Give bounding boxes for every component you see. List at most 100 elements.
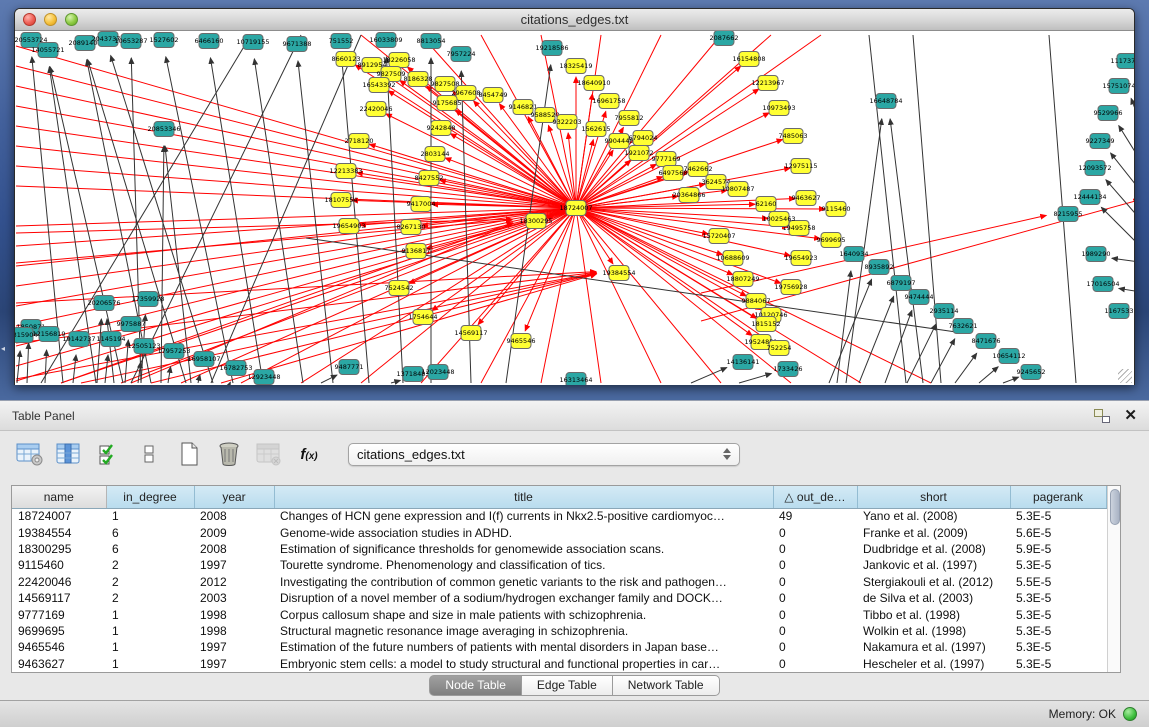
- network-window-titlebar[interactable]: citations_edges.txt: [15, 9, 1134, 31]
- table-cell[interactable]: 5.3E-5: [1010, 606, 1106, 622]
- table-cell[interactable]: 0: [773, 524, 857, 540]
- table-cell[interactable]: 0: [773, 590, 857, 606]
- graph-node[interactable]: 12093572: [1078, 161, 1111, 176]
- graph-node[interactable]: 17359928: [131, 292, 164, 307]
- graph-edge[interactable]: [739, 374, 771, 383]
- graph-edge[interactable]: [1101, 207, 1134, 253]
- graph-edge-selected[interactable]: [576, 35, 821, 208]
- graph-node[interactable]: 8471676: [972, 334, 1001, 349]
- graph-node[interactable]: 9227349: [1086, 134, 1115, 149]
- graph-node[interactable]: 12213967: [751, 76, 784, 91]
- table-cell[interactable]: 9777169: [12, 606, 106, 622]
- graph-edge[interactable]: [105, 355, 108, 383]
- graph-node[interactable]: 2087662: [710, 31, 739, 46]
- window-resize-grip[interactable]: [1118, 369, 1132, 383]
- graph-node[interactable]: 7485063: [779, 129, 808, 144]
- graph-node[interactable]: 1815152: [752, 317, 781, 332]
- graph-node[interactable]: 62160: [756, 197, 777, 212]
- graph-node[interactable]: 1733426: [774, 362, 803, 377]
- table-cell[interactable]: 1997: [194, 656, 274, 672]
- graph-edge[interactable]: [168, 367, 171, 383]
- table-cell[interactable]: 0: [773, 606, 857, 622]
- graph-node[interactable]: 2718120: [345, 134, 374, 149]
- graph-node[interactable]: 20364866: [672, 188, 705, 203]
- table-cell[interactable]: 0: [773, 639, 857, 655]
- table-selector-dropdown[interactable]: citations_edges.txt: [348, 443, 740, 466]
- graph-edge[interactable]: [1119, 126, 1134, 171]
- vertical-scrollbar[interactable]: [1107, 486, 1121, 672]
- table-cell[interactable]: 2009: [194, 524, 274, 540]
- graph-node[interactable]: 18640910: [577, 76, 610, 91]
- graph-node[interactable]: 8935892: [865, 260, 894, 275]
- select-all-columns-icon[interactable]: [94, 439, 124, 469]
- table-row[interactable]: 911546021997Tourette syndrome. Phenomeno…: [12, 557, 1106, 573]
- graph-node[interactable]: 6879197: [887, 276, 916, 291]
- column-header-pagerank[interactable]: pagerank: [1010, 486, 1106, 508]
- graph-edge[interactable]: [321, 375, 337, 383]
- graph-edge[interactable]: [979, 367, 998, 383]
- table-row[interactable]: 946554611997Estimation of the future num…: [12, 639, 1106, 655]
- row-height-icon[interactable]: [134, 439, 164, 469]
- graph-node[interactable]: 1167533: [1105, 304, 1134, 319]
- graph-edge[interactable]: [955, 353, 977, 383]
- graph-node[interactable]: 9975887: [117, 317, 146, 332]
- table-cell[interactable]: 5.5E-5: [1010, 574, 1106, 590]
- table-cell[interactable]: Tourette syndrome. Phenomenology and cla…: [274, 557, 773, 573]
- graph-node[interactable]: 2803144: [421, 147, 450, 162]
- table-cell[interactable]: Franke et al. (2009): [857, 524, 1010, 540]
- graph-edge-selected[interactable]: [481, 208, 576, 383]
- table-cell[interactable]: 5.3E-5: [1010, 656, 1106, 672]
- graph-node[interactable]: 8813054: [417, 34, 446, 49]
- tab-network-table[interactable]: Network Table: [613, 675, 720, 696]
- table-row[interactable]: 1456911722003Disruption of a novel membe…: [12, 590, 1106, 606]
- tab-edge-table[interactable]: Edge Table: [522, 675, 613, 696]
- table-cell[interactable]: Stergiakouli et al. (2012): [857, 574, 1010, 590]
- graph-edge[interactable]: [97, 319, 101, 383]
- table-cell[interactable]: 1: [106, 508, 194, 524]
- graph-node[interactable]: 14136141: [726, 355, 759, 370]
- table-cell[interactable]: 9465546: [12, 639, 106, 655]
- graph-node[interactable]: 8186328: [404, 72, 433, 87]
- table-cell[interactable]: Estimation of the future numbers of pati…: [274, 639, 773, 655]
- zoom-button[interactable]: [65, 13, 78, 26]
- table-row[interactable]: 1830029562008Estimation of significance …: [12, 541, 1106, 557]
- table-cell[interactable]: 5.3E-5: [1010, 639, 1106, 655]
- table-cell[interactable]: Genome-wide association studies in ADHD.: [274, 524, 773, 540]
- table-row[interactable]: 946362711997Embryonic stem cells: a mode…: [12, 656, 1106, 672]
- graph-edge[interactable]: [691, 368, 727, 383]
- table-cell[interactable]: 1997: [194, 639, 274, 655]
- graph-edge[interactable]: [1131, 98, 1134, 141]
- graph-node[interactable]: 7957224: [447, 47, 476, 62]
- table-cell[interactable]: 0: [773, 574, 857, 590]
- graph-node[interactable]: 15720407: [702, 229, 735, 244]
- table-cell[interactable]: 2008: [194, 541, 274, 557]
- column-header-in_degree[interactable]: in_degree: [106, 486, 194, 508]
- table-cell[interactable]: 5.6E-5: [1010, 524, 1106, 540]
- graph-edge[interactable]: [890, 119, 923, 383]
- graph-node[interactable]: 12975115: [784, 159, 817, 174]
- table-cell[interactable]: Changes of HCN gene expression and I(f) …: [274, 508, 773, 524]
- network-canvas[interactable]: 2055372414055721208914062043737410653287…: [15, 31, 1134, 385]
- graph-node[interactable]: 8267130: [397, 220, 426, 235]
- graph-node[interactable]: 8660123: [332, 52, 361, 67]
- graph-node[interactable]: 9417004: [407, 197, 436, 212]
- tab-node-table[interactable]: Node Table: [429, 675, 522, 696]
- graph-node[interactable]: 7955812: [615, 111, 644, 126]
- graph-edge[interactable]: [913, 35, 941, 383]
- column-header-name[interactable]: name: [12, 486, 106, 508]
- table-cell[interactable]: Yano et al. (2008): [857, 508, 1010, 524]
- graph-node[interactable]: 18226058: [382, 53, 415, 68]
- graph-node[interactable]: 10654112: [992, 349, 1025, 364]
- graph-node[interactable]: 8215955: [1054, 207, 1083, 222]
- graph-edge-selected[interactable]: [576, 208, 825, 209]
- graph-edge[interactable]: [869, 35, 906, 383]
- table-row[interactable]: 977716911998Corpus callosum shape and si…: [12, 606, 1106, 622]
- scrollbar-thumb[interactable]: [1110, 489, 1120, 525]
- graph-node[interactable]: 1921072: [625, 146, 654, 161]
- graph-edge[interactable]: [1111, 153, 1134, 199]
- table-cell[interactable]: 0: [773, 557, 857, 573]
- table-cell[interactable]: 49: [773, 508, 857, 524]
- graph-node[interactable]: 19756928: [774, 280, 807, 295]
- graph-node[interactable]: 9699695: [817, 233, 846, 248]
- graph-node[interactable]: 9474444: [905, 290, 934, 305]
